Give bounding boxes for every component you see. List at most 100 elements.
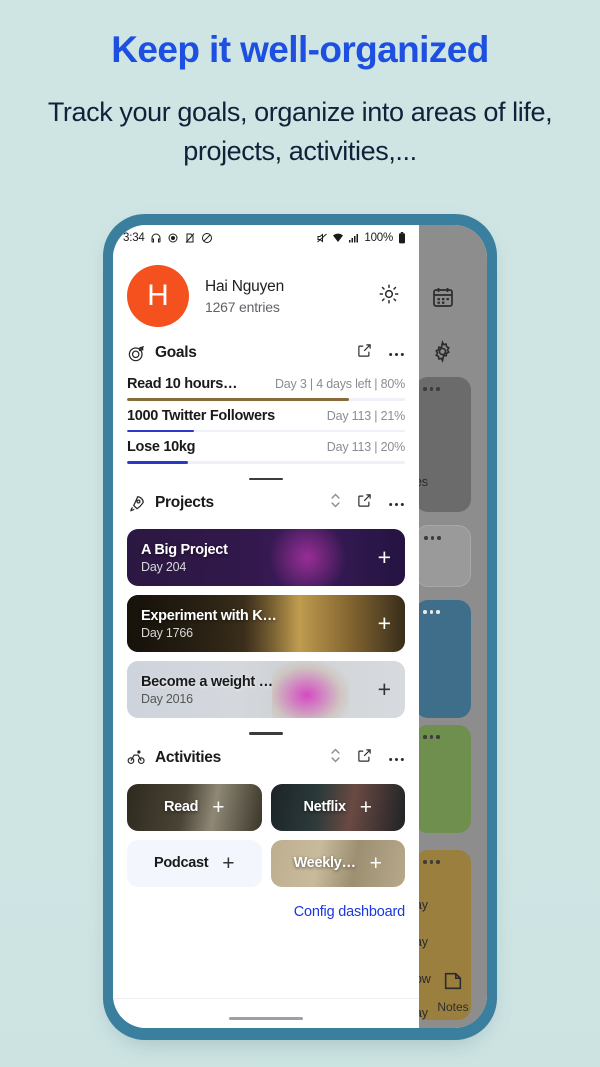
no-sim-icon [184, 232, 196, 244]
bike-icon [127, 748, 146, 767]
background-pane-inner: es [419, 225, 487, 1028]
open-external-icon[interactable] [357, 343, 372, 363]
sort-icon[interactable] [330, 747, 341, 769]
projects-list: A Big Project Day 204 + Experiment with … [127, 529, 405, 718]
section-divider [249, 477, 283, 480]
activity-card[interactable]: Podcast + [127, 839, 262, 887]
calendar-icon[interactable] [431, 285, 455, 314]
more-options-icon[interactable] [423, 387, 440, 391]
profile-name: Hai Nguyen [205, 277, 284, 295]
more-options-icon[interactable] [388, 344, 405, 362]
more-options-icon[interactable] [423, 735, 440, 739]
background-card[interactable] [419, 525, 471, 587]
activity-label: Weekly… [293, 855, 356, 871]
activity-label: Podcast [153, 855, 209, 871]
page-title: Keep it well-organized [111, 29, 489, 70]
project-add-button[interactable]: + [378, 612, 391, 635]
activities-list: Read + Netflix + Podcast + Weekly… + [127, 783, 405, 887]
app-main-pane: 3:34 100% H Hai Nguyen 1267 entries Goal… [113, 225, 419, 1028]
config-dashboard-link[interactable]: Config dashboard [294, 904, 405, 920]
battery-percent: 100% [364, 232, 393, 244]
activities-title: Activities [155, 748, 221, 766]
project-card-art [271, 661, 350, 718]
goal-progress-fill [127, 461, 189, 464]
do-not-disturb-icon [201, 232, 213, 244]
notes-tab[interactable]: Notes [419, 970, 487, 1014]
more-options-icon[interactable] [423, 610, 440, 614]
mute-icon [316, 232, 328, 244]
activity-add-button[interactable]: + [222, 853, 234, 874]
background-card[interactable] [419, 725, 471, 833]
note-icon [442, 972, 464, 996]
more-options-icon[interactable] [388, 494, 405, 512]
promo-page: Keep it well-organized Track your goals,… [0, 0, 600, 1067]
activities-section-header: Activities [127, 737, 405, 775]
goal-meta: Day 113 | 20% [326, 440, 405, 454]
activity-card[interactable]: Read + [127, 783, 262, 831]
project-day: Day 2016 [141, 691, 193, 706]
config-row: Config dashboard [127, 887, 405, 929]
project-card[interactable]: A Big Project Day 204 + [127, 529, 405, 586]
phone-screen: 3:34 100% H Hai Nguyen 1267 entries Goal… [113, 225, 487, 1028]
project-card[interactable]: Become a weight … Day 2016 + [127, 661, 405, 718]
open-external-icon[interactable] [357, 748, 372, 768]
activity-add-button[interactable]: + [360, 797, 372, 818]
battery-icon [397, 232, 407, 244]
activities-tools [330, 747, 405, 769]
goal-item[interactable]: Read 10 hours… Day 3 | 4 days left | 80% [127, 369, 405, 401]
goal-name: Lose 10kg [127, 439, 196, 455]
activity-add-button[interactable]: + [370, 853, 382, 874]
goals-section-header: Goals [127, 333, 405, 369]
projects-title: Projects [155, 494, 214, 511]
settings-icon[interactable] [431, 340, 454, 368]
goals-list: Read 10 hours… Day 3 | 4 days left | 80%… [127, 369, 405, 464]
project-add-button[interactable]: + [378, 546, 391, 569]
notes-label: Notes [437, 1000, 469, 1014]
activity-label: Netflix [303, 799, 347, 815]
background-card-label: ay [419, 898, 428, 912]
goal-meta: Day 3 | 4 days left | 80% [274, 377, 405, 391]
project-card[interactable]: Experiment with K… Day 1766 + [127, 595, 405, 652]
background-pane[interactable]: es [419, 225, 487, 1028]
project-title: Experiment with K… [141, 607, 277, 624]
profile-text: Hai Nguyen 1267 entries [205, 278, 373, 315]
sort-icon[interactable] [330, 492, 341, 514]
phone-mockup: 3:34 100% H Hai Nguyen 1267 entries Goal… [103, 214, 497, 1044]
activity-card[interactable]: Netflix + [270, 783, 405, 831]
background-card[interactable]: es [419, 377, 471, 512]
status-bar-left: 3:34 [123, 232, 213, 244]
goal-meta: Day 113 | 21% [326, 408, 405, 423]
background-card-label: ay [419, 935, 428, 949]
more-options-icon[interactable] [424, 536, 441, 540]
home-indicator[interactable] [229, 1016, 303, 1020]
goals-tools [357, 343, 405, 363]
activity-add-button[interactable]: + [212, 797, 224, 818]
activity-label: Read [163, 799, 199, 815]
projects-tools [330, 492, 405, 514]
goal-item[interactable]: 1000 Twitter Followers Day 113 | 21% [127, 401, 405, 432]
goal-item[interactable]: Lose 10kg Day 113 | 20% [127, 432, 405, 464]
headphone-icon [150, 232, 162, 244]
open-external-icon[interactable] [357, 493, 372, 513]
sun-icon[interactable] [373, 278, 405, 315]
project-title: Become a weight … [141, 673, 273, 690]
project-day: Day 1766 [141, 625, 193, 640]
status-bar: 3:34 100% [113, 225, 419, 251]
background-card[interactable] [419, 600, 471, 718]
more-options-icon[interactable] [388, 749, 405, 767]
section-divider [249, 732, 283, 735]
status-bar-right: 100% [316, 232, 407, 244]
goal-name: 1000 Twitter Followers [127, 407, 275, 424]
target-icon [127, 344, 146, 363]
project-title: A Big Project [141, 541, 228, 558]
profile-header[interactable]: H Hai Nguyen 1267 entries [113, 251, 419, 333]
rocket-icon [127, 494, 146, 513]
goal-progress-track [127, 461, 405, 464]
phone-bezel: 3:34 100% H Hai Nguyen 1267 entries Goal… [103, 214, 497, 1040]
status-time: 3:34 [123, 232, 145, 244]
avatar[interactable]: H [127, 265, 189, 327]
more-options-icon[interactable] [423, 860, 440, 864]
sync-disabled-icon [167, 232, 179, 244]
project-add-button[interactable]: + [378, 678, 391, 701]
activity-card[interactable]: Weekly… + [270, 839, 405, 887]
